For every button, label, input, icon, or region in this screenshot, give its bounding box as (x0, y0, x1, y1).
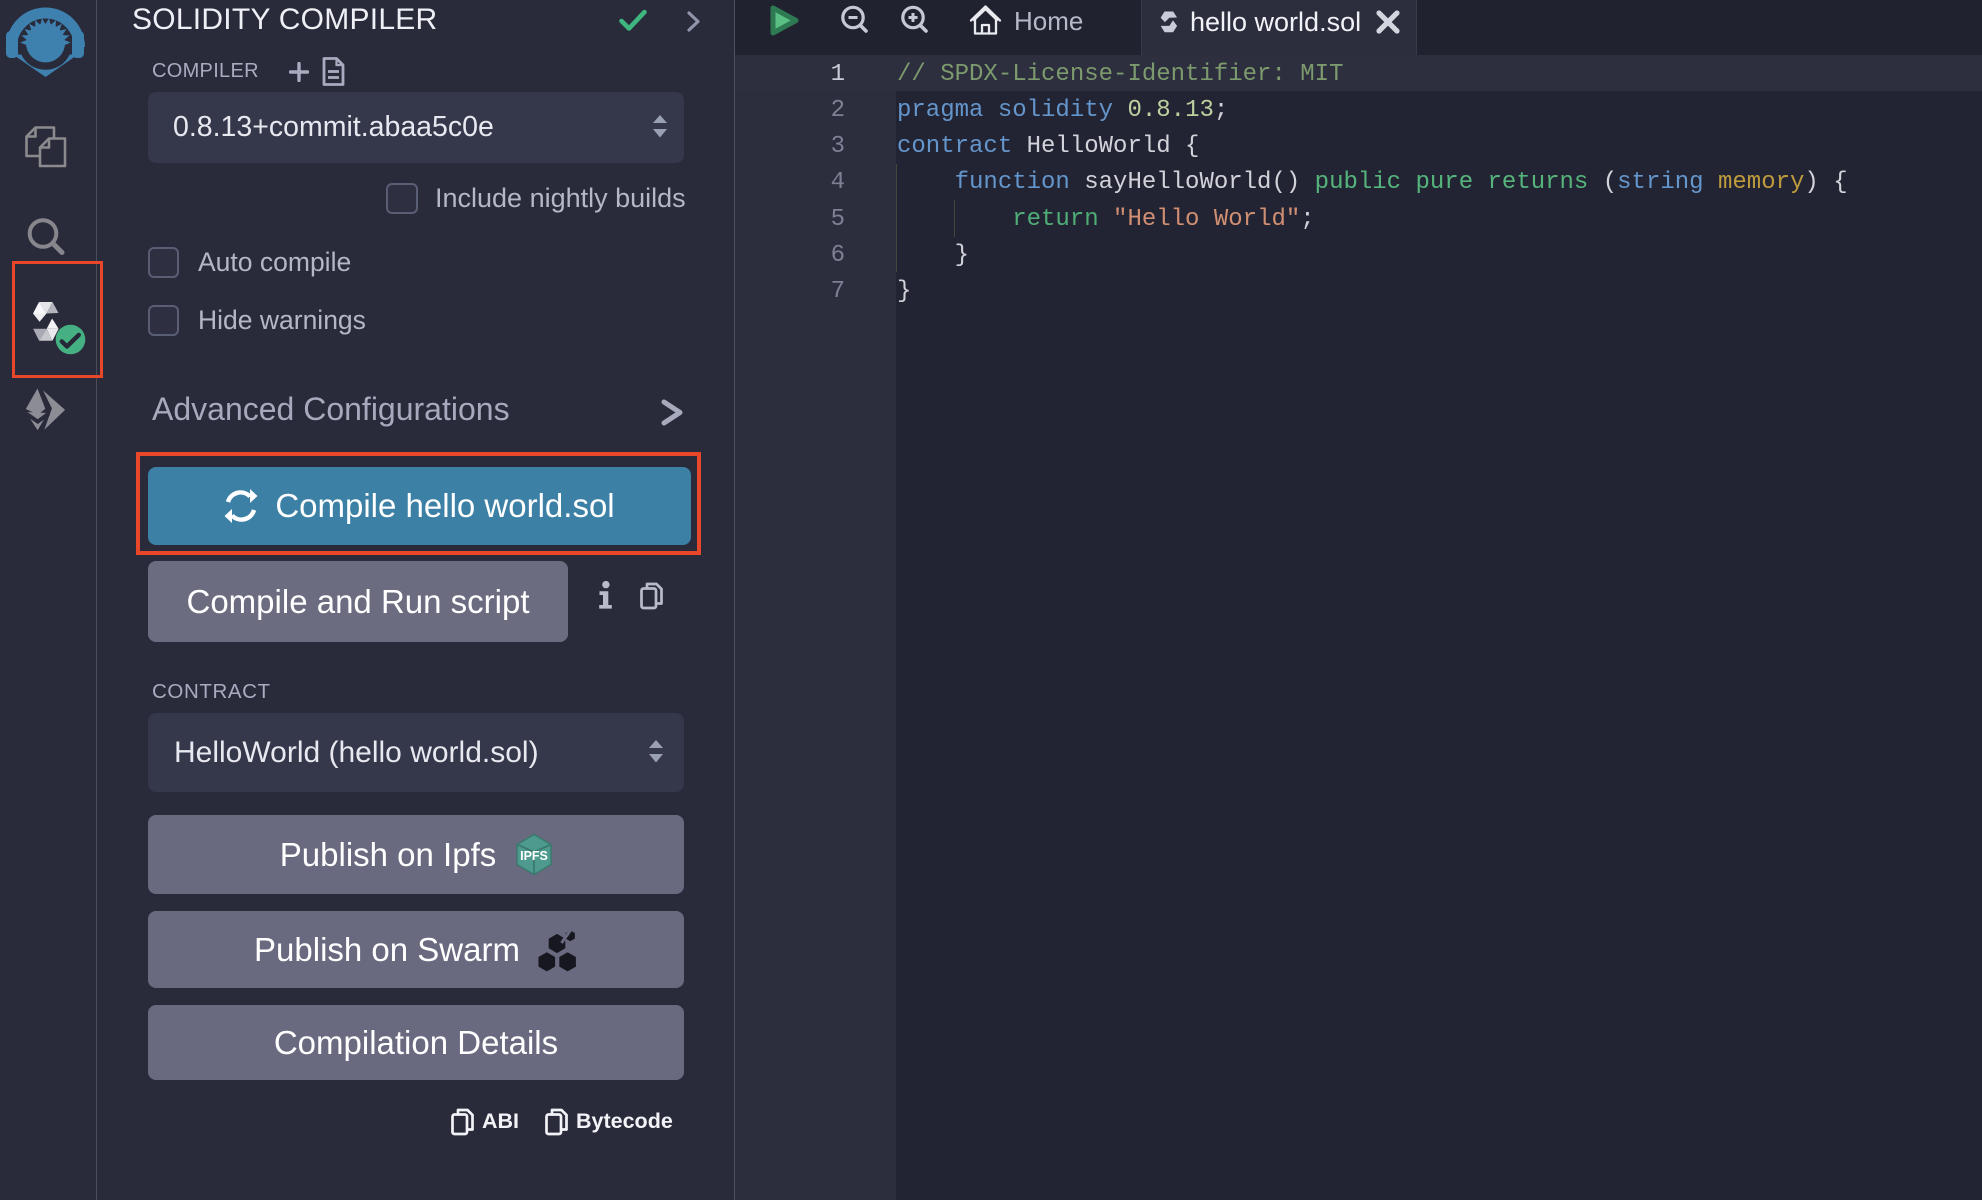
svg-text:IPFS: IPFS (520, 849, 548, 863)
